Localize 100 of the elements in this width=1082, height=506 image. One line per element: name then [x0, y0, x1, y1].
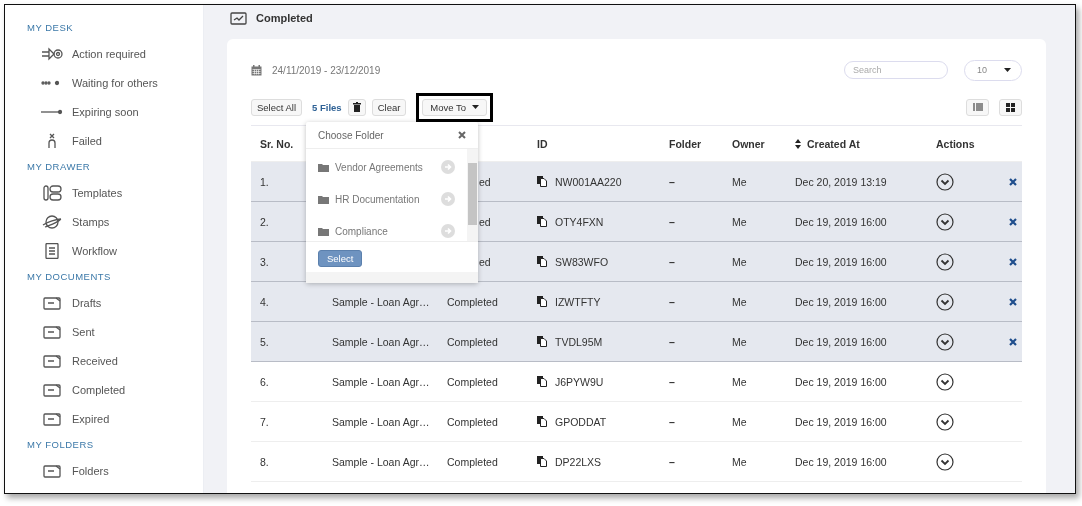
nav-item[interactable]: Stamps — [5, 207, 203, 236]
close-icon[interactable] — [458, 131, 466, 139]
chevron-down-icon[interactable] — [936, 212, 954, 231]
table-row[interactable]: 8. Sample - Loan Agr… Completed DP22LXS – Me Dec 19, 2019 16:00 — [251, 442, 1022, 482]
nav-item[interactable]: Action required — [5, 39, 203, 68]
column-header: Sr. No. — [260, 137, 294, 150]
chevron-down-icon[interactable] — [936, 172, 954, 191]
table-cell: Me — [732, 175, 747, 188]
copy-icon[interactable] — [537, 216, 547, 227]
nav-item[interactable]: Sent — [5, 317, 203, 346]
table-cell: ed — [479, 215, 491, 228]
nav-item[interactable]: Expired — [5, 404, 203, 433]
arrow-target-icon — [41, 45, 63, 62]
remove-icon[interactable] — [1009, 257, 1017, 266]
table-cell: Dec 19, 2019 16:00 — [795, 455, 887, 468]
grid-view-button[interactable] — [999, 98, 1022, 116]
layout-icon — [41, 184, 63, 201]
column-header: Actions — [936, 137, 975, 150]
table-cell: – — [669, 295, 675, 308]
table-cell: Me — [732, 215, 747, 228]
remove-icon[interactable] — [1009, 297, 1017, 306]
table-cell: 8. — [260, 455, 269, 468]
remove-icon[interactable] — [1009, 337, 1017, 346]
nav-item[interactable]: Drafts — [5, 288, 203, 317]
nav-item[interactable]: Waiting for others — [5, 68, 203, 97]
table-row[interactable]: 5. Sample - Loan Agr… Completed TVDL95M – Me Dec 19, 2019 16:00 — [251, 322, 1022, 362]
trash-icon — [352, 102, 361, 112]
column-header: Folder — [669, 137, 702, 150]
nav-item[interactable]: Folders — [5, 456, 203, 485]
delete-button[interactable] — [347, 98, 366, 116]
table-cell: 3. — [260, 255, 269, 268]
table-row[interactable]: 6. Sample - Loan Agr… Completed J6PYW9U – Me Dec 19, 2019 16:00 — [251, 362, 1022, 402]
clear-button[interactable]: Clear — [371, 98, 407, 116]
move-to-button[interactable]: Move To — [422, 98, 488, 116]
chevron-down-icon[interactable] — [936, 452, 954, 471]
table-row[interactable]: 4. Sample - Loan Agr… Completed IZWTFTY – Me Dec 19, 2019 16:00 — [251, 282, 1022, 322]
list-view-button[interactable] — [966, 98, 989, 116]
files-count: 5 Files — [312, 101, 342, 113]
copy-icon[interactable] — [537, 416, 547, 427]
chevron-down-icon[interactable] — [936, 372, 954, 391]
nav-item[interactable]: Templates — [5, 178, 203, 207]
table-cell: – — [669, 335, 675, 348]
table-cell: – — [669, 455, 675, 468]
table-cell: Me — [732, 375, 747, 388]
remove-icon[interactable] — [1009, 177, 1017, 186]
table-cell: SW83WFO — [555, 255, 609, 268]
nav-item[interactable]: Expiring soon — [5, 97, 203, 126]
copy-icon[interactable] — [537, 336, 547, 347]
calendar-icon — [251, 64, 262, 76]
nav-item[interactable]: Completed — [5, 375, 203, 404]
nav-item[interactable]: Workflow — [5, 236, 203, 265]
table-cell: Completed — [447, 335, 498, 348]
chevron-down-icon[interactable] — [936, 252, 954, 271]
grid-icon — [1006, 102, 1015, 112]
nav-item[interactable]: Received — [5, 346, 203, 375]
table-cell: Sample - Loan Agr… — [332, 375, 430, 388]
table-cell: Dec 20, 2019 13:19 — [795, 175, 887, 188]
copy-icon[interactable] — [537, 296, 547, 307]
table-cell: 1. — [260, 175, 269, 188]
chevron-down-icon[interactable] — [936, 332, 954, 351]
menu-title: Choose Folder — [318, 129, 384, 141]
date-range[interactable]: 24/11/2019 - 23/12/2019 — [272, 64, 381, 76]
table-cell: Dec 19, 2019 16:00 — [795, 295, 887, 308]
table-cell: 6. — [260, 375, 269, 388]
table-cell: Completed — [447, 415, 498, 428]
page-title: Completed — [256, 12, 313, 24]
table-cell: 4. — [260, 295, 269, 308]
sort-icon[interactable] — [795, 138, 801, 149]
scrollbar[interactable] — [306, 272, 478, 283]
caret-icon — [1004, 68, 1011, 72]
table-cell: Completed — [447, 455, 498, 468]
nav-item[interactable]: Failed — [5, 126, 203, 155]
chevron-down-icon[interactable] — [936, 412, 954, 431]
chevron-down-icon[interactable] — [936, 292, 954, 311]
table-cell: Me — [732, 455, 747, 468]
table-cell: Me — [732, 415, 747, 428]
select-all-button[interactable]: Select All — [251, 98, 303, 116]
table-cell: Dec 19, 2019 16:00 — [795, 215, 887, 228]
scrollbar[interactable] — [467, 149, 478, 241]
table-cell: Sample - Loan Agr… — [332, 455, 430, 468]
table-row[interactable]: 7. Sample - Loan Agr… Completed GPODDAT – Me Dec 19, 2019 16:00 — [251, 402, 1022, 442]
copy-icon[interactable] — [537, 376, 547, 387]
copy-icon[interactable] — [537, 456, 547, 467]
table-cell: 5. — [260, 335, 269, 348]
table-cell: – — [669, 175, 675, 188]
table-cell: Sample - Loan Agr… — [332, 335, 430, 348]
table-cell: J6PYW9U — [555, 375, 604, 388]
table-cell: Me — [732, 255, 747, 268]
table-cell: Completed — [447, 295, 498, 308]
remove-icon[interactable] — [1009, 217, 1017, 226]
copy-icon[interactable] — [537, 256, 547, 267]
table-cell: – — [669, 375, 675, 388]
table-cell: Me — [732, 295, 747, 308]
table-cell: NW001AA220 — [555, 175, 622, 188]
copy-icon[interactable] — [537, 176, 547, 187]
caret-icon — [472, 105, 480, 109]
search-field[interactable]: Search — [844, 61, 948, 79]
table-cell: Dec 19, 2019 16:00 — [795, 375, 887, 388]
table-cell: DP22LXS — [555, 455, 602, 468]
section-heading: MY DRAWER — [27, 161, 92, 173]
